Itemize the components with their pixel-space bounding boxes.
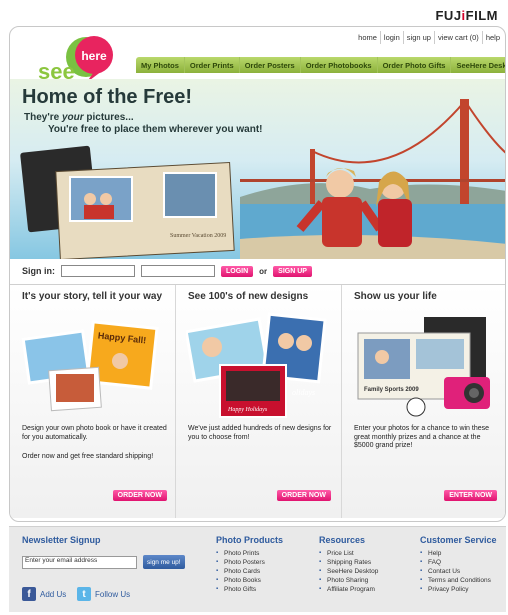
footer-link[interactable]: Price List — [319, 549, 378, 558]
enter-now-button[interactable]: ENTER NOW — [444, 490, 497, 501]
footer-link[interactable]: Photo Cards — [216, 567, 265, 576]
footer-link[interactable]: Terms and Conditions — [420, 576, 491, 585]
holidays-text: olidays — [292, 388, 315, 397]
nav-order-prints[interactable]: Order Prints — [185, 57, 240, 73]
promo-note: Order now and get free standard shipping… — [22, 453, 154, 460]
happy-holidays-text: Happy Holidays — [227, 407, 268, 413]
nav-order-posters[interactable]: Order Posters — [240, 57, 301, 73]
footer-link[interactable]: Contact Us — [420, 567, 491, 576]
link-login[interactable]: login — [379, 31, 403, 44]
promo-title: It's your story, tell it your way — [22, 291, 163, 302]
link-home[interactable]: home — [355, 31, 380, 44]
main-frame: here see see home login sign up view car… — [9, 26, 506, 522]
photobooks-art: Happy Fall! — [21, 320, 159, 412]
footer-link[interactable]: Privacy Policy — [420, 585, 491, 594]
resources-title: Resources — [319, 535, 366, 545]
nav-order-photo-gifts[interactable]: Order Photo Gifts — [378, 57, 452, 73]
twitter-icon: t — [77, 587, 91, 601]
site-footer: Newsletter Signup Enter your email addre… — [9, 526, 506, 612]
fujifilm-logo: FUJiFILM — [435, 8, 498, 23]
hero-subtitle-2: You're free to place them wherever you w… — [48, 124, 263, 135]
facebook-link[interactable]: f Add Us — [22, 587, 66, 601]
promo-desc: We've just added hundreds of new designs… — [188, 425, 332, 441]
order-now-button[interactable]: ORDER NOW — [276, 490, 331, 501]
newsletter-title: Newsletter Signup — [22, 535, 101, 545]
hero-banner: Summer Vacation 2009 Home of the Free! T… — [10, 79, 505, 259]
footer-link[interactable]: Photo Sharing — [319, 576, 378, 585]
logo-bubble-text: here — [81, 49, 107, 63]
resources-list: Price List Shipping Rates SeeHere Deskto… — [319, 549, 378, 594]
footer-link[interactable]: Photo Books — [216, 576, 265, 585]
family-sports-text: Family Sports 2009 — [364, 387, 419, 393]
hero-subtitle-1: They're your pictures... — [24, 112, 134, 123]
top-links: home login sign up view cart (0) help — [355, 31, 503, 44]
service-title: Customer Service — [420, 535, 497, 545]
promo-column-designs: See 100's of new designs Happy Holidays … — [176, 285, 342, 518]
book-caption: Summer Vacation 2009 — [170, 233, 226, 239]
promo-column-life: Show us your life Family Sports 2009 Ent… — [342, 285, 505, 518]
footer-link[interactable]: SeeHere Desktop — [319, 567, 378, 576]
promo-desc: Enter your photos for a chance to win th… — [354, 425, 490, 449]
login-button[interactable]: LOGIN — [221, 265, 254, 277]
promo-title: Show us your life — [354, 291, 437, 302]
promo-column-story: It's your story, tell it your way Happy … — [10, 285, 176, 518]
signin-username-input[interactable] — [61, 265, 135, 277]
facebook-icon: f — [22, 587, 36, 601]
footer-link[interactable]: Photo Prints — [216, 549, 265, 558]
promo-columns: It's your story, tell it your way Happy … — [10, 284, 505, 518]
footer-link[interactable]: Shipping Rates — [319, 558, 378, 567]
nav-seehere-desktop[interactable]: SeeHere Desktop — [451, 57, 505, 73]
twitter-label: Follow Us — [95, 589, 131, 599]
nav-my-photos[interactable]: My Photos — [136, 57, 185, 73]
nav-order-photobooks[interactable]: Order Photobooks — [301, 57, 378, 73]
footer-link[interactable]: Photo Posters — [216, 558, 265, 567]
products-list: Photo Prints Photo Posters Photo Cards P… — [216, 549, 265, 594]
newsletter-signup-button[interactable]: sign me up! — [143, 555, 185, 569]
service-list: Help FAQ Contact Us Terms and Conditions… — [420, 549, 491, 594]
footer-link[interactable]: FAQ — [420, 558, 491, 567]
hero-title: Home of the Free! — [22, 86, 193, 108]
main-nav: My Photos Order Prints Order Posters Ord… — [136, 57, 505, 73]
signin-label: Sign in: — [22, 266, 55, 276]
designs-art: Happy Holidays olidays — [186, 312, 327, 418]
link-help[interactable]: help — [481, 31, 503, 44]
twitter-link[interactable]: t Follow Us — [77, 587, 130, 601]
promo-desc: Design your own photo book or have it cr… — [22, 425, 167, 441]
facebook-label: Add Us — [40, 589, 67, 599]
link-sign-up[interactable]: sign up — [402, 31, 434, 44]
products-title: Photo Products — [216, 535, 283, 545]
footer-link[interactable]: Help — [420, 549, 491, 558]
signup-button[interactable]: SIGN UP — [273, 265, 312, 277]
newsletter-email-input[interactable]: Enter your email address — [22, 556, 137, 569]
signin-password-input[interactable] — [141, 265, 215, 277]
footer-link[interactable]: Photo Gifts — [216, 585, 265, 594]
order-now-button[interactable]: ORDER NOW — [112, 490, 167, 501]
promo-title: See 100's of new designs — [188, 291, 309, 302]
signin-bar: Sign in: LOGIN or SIGN UP — [10, 261, 505, 281]
signin-or: or — [259, 266, 268, 276]
footer-link[interactable]: Affiliate Program — [319, 585, 378, 594]
link-view-cart[interactable]: view cart (0) — [433, 31, 482, 44]
contest-prizes-art: Family Sports 2009 — [357, 317, 490, 417]
